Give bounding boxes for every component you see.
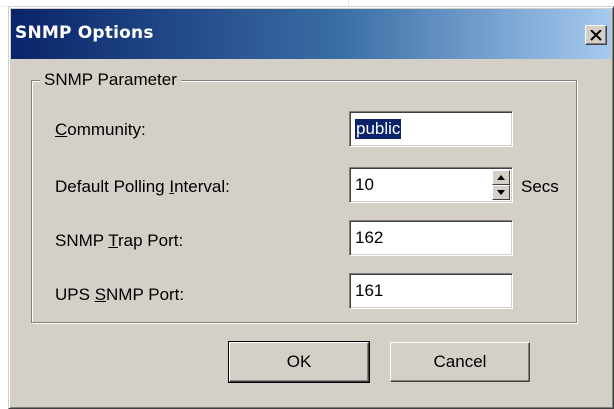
community-input[interactable]: public: [349, 111, 513, 147]
community-value: public: [355, 119, 402, 139]
trap-port-input[interactable]: 162: [349, 220, 513, 256]
spin-down-button[interactable]: [492, 185, 510, 200]
community-label: Community:: [55, 120, 146, 139]
spin-up-button[interactable]: [492, 170, 510, 185]
trap-port-value: 162: [355, 228, 384, 247]
ok-button[interactable]: OK: [228, 341, 370, 383]
spin-down-arrow-icon: [497, 190, 505, 195]
trap-port-label: SNMP Trap Port:: [55, 231, 184, 250]
ups-snmp-port-label: UPS SNMP Port:: [55, 285, 185, 304]
polling-interval-input[interactable]: 10: [349, 167, 513, 203]
group-legend: SNMP Parameter: [40, 70, 181, 90]
spin-up-arrow-icon: [497, 175, 505, 180]
polling-interval-value: 10: [355, 175, 374, 194]
polling-unit-label: Secs: [521, 177, 559, 196]
cancel-button[interactable]: Cancel: [390, 342, 530, 382]
close-button[interactable]: [585, 25, 607, 45]
ups-snmp-port-value: 161: [355, 281, 384, 300]
title-bar[interactable]: SNMP Options: [11, 9, 611, 59]
ups-snmp-port-input[interactable]: 161: [349, 273, 513, 309]
close-icon: [590, 29, 602, 41]
polling-interval-label: Default Polling Interval:: [55, 177, 230, 196]
polling-interval-spinner[interactable]: [492, 170, 510, 200]
dialog-title: SNMP Options: [15, 23, 154, 43]
